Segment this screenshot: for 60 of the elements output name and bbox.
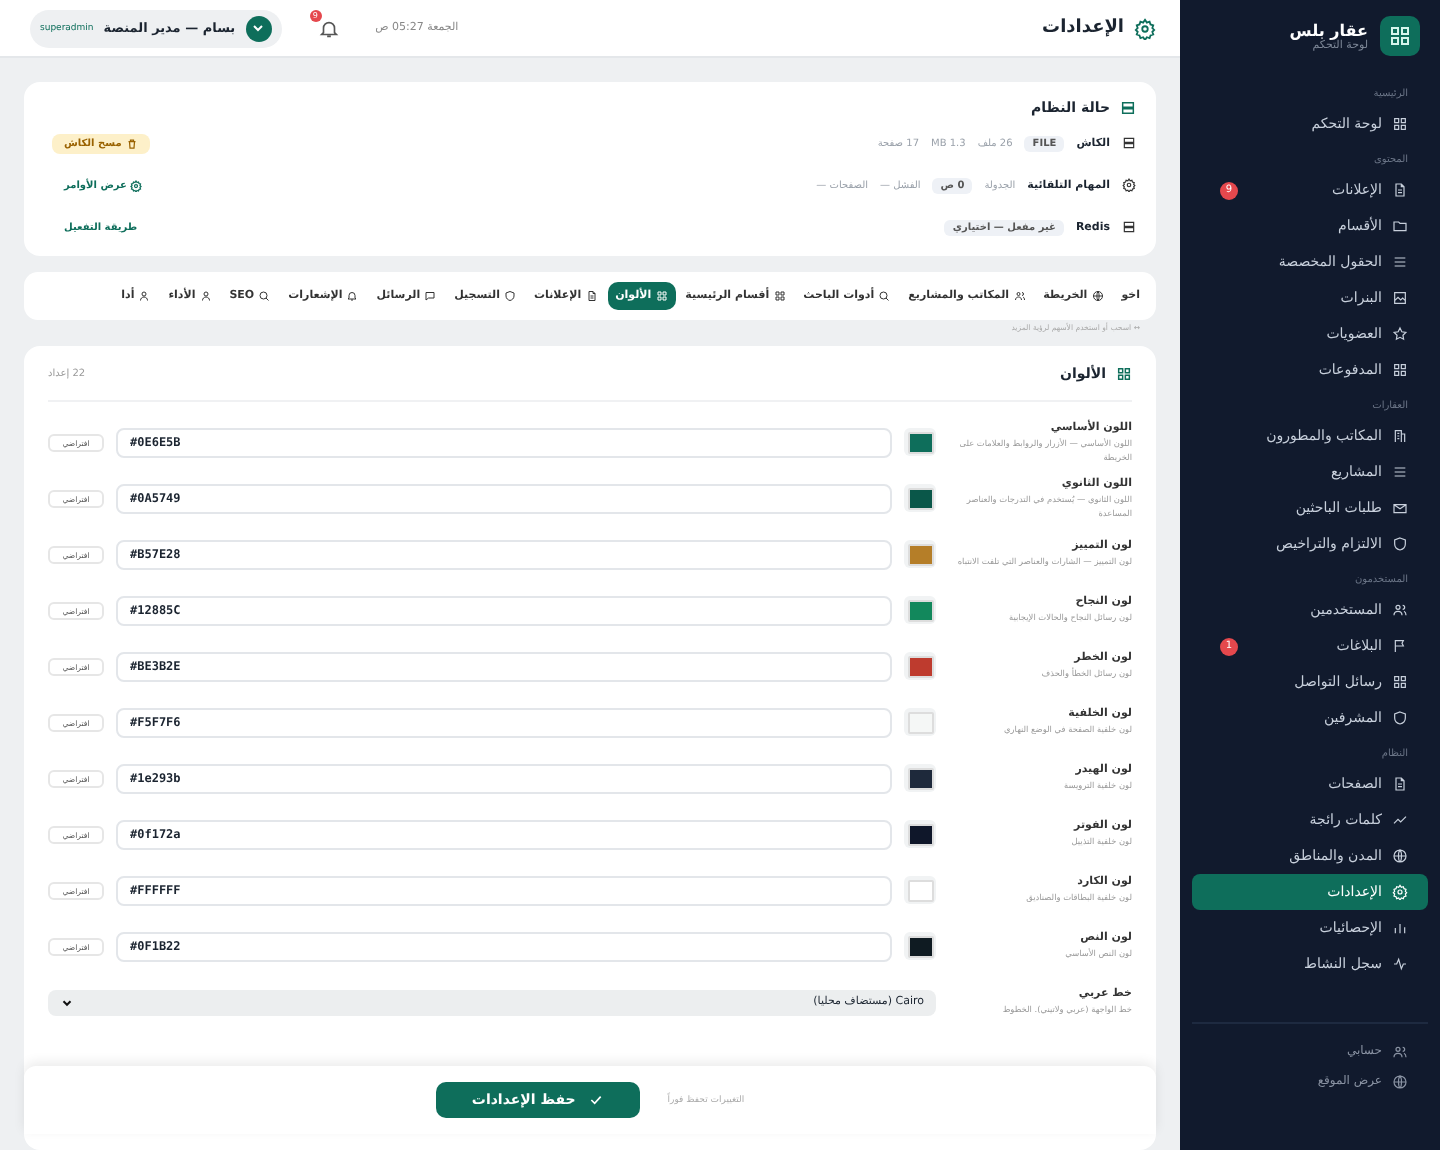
star-icon [1392,326,1408,342]
color-swatch[interactable] [904,652,936,680]
users-icon [1013,290,1026,302]
settings-icon [1122,178,1136,192]
color-swatch[interactable] [904,820,936,848]
globe-icon [1392,1073,1408,1089]
color-swatch[interactable] [904,428,936,456]
chevron-icon [60,995,74,1009]
chat-icon [424,290,437,302]
settings-icon [1134,17,1156,39]
person-icon [138,290,151,302]
server-icon [1120,100,1136,116]
color-swatch[interactable] [904,876,936,904]
server-icon [1122,220,1136,234]
document-icon [1392,776,1408,792]
trend-icon [1392,812,1408,828]
search-icon [258,290,271,302]
image-icon [1392,290,1408,306]
settings-icon [1392,884,1408,900]
person-icon [199,290,212,302]
list-icon [1392,464,1408,480]
envelope-icon [1392,500,1408,516]
color-swatch[interactable] [904,708,936,736]
globe-icon [1091,290,1104,302]
color-swatch[interactable] [904,932,936,960]
page-title: الإعدادات [1042,18,1124,38]
server-icon [1122,136,1136,150]
color-swatch[interactable] [904,540,936,568]
bar-chart-icon [1392,920,1408,936]
list-icon [1392,254,1408,270]
grid-icon [1116,366,1132,382]
grid-icon [1392,116,1408,132]
grid-icon [1392,674,1408,690]
search-icon [878,290,891,302]
settings-icon [130,179,143,191]
grid-icon [1392,362,1408,378]
brand-name: عقار بلس [1289,21,1368,39]
pulse-icon [1392,956,1408,972]
shield-icon [1392,710,1408,726]
grid-icon [773,290,786,302]
shield-icon [1392,536,1408,552]
document-icon [585,290,598,302]
building-icon [1392,428,1408,444]
bell-icon [346,290,359,302]
users-icon [1392,1043,1408,1059]
folder-icon [1392,218,1408,234]
users-icon [1392,602,1408,618]
color-swatch[interactable] [904,596,936,624]
shield-icon [504,290,517,302]
globe-icon [1392,848,1408,864]
trash-icon [125,137,138,149]
document-icon [1392,182,1408,198]
color-swatch[interactable] [904,764,936,792]
chevron-icon [245,15,272,41]
grid-icon [655,290,668,302]
color-swatch[interactable] [904,484,936,512]
logo-icon [1380,16,1420,56]
bell-icon [317,17,340,39]
check-icon [587,1092,604,1108]
flag-icon [1392,638,1408,654]
